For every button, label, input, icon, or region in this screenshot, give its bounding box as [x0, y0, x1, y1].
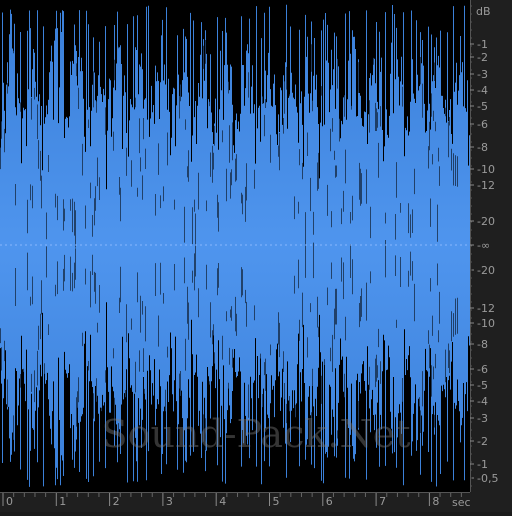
- db-tick-label: -12: [477, 179, 495, 192]
- db-tick-label: -4: [477, 395, 488, 408]
- db-tick-label: -5: [477, 379, 488, 392]
- time-tick-label: 3: [166, 495, 173, 508]
- db-tick-label: -20: [477, 264, 495, 277]
- time-ruler-svg: 0 1 2 3 4 5 6 7 8 sec: [0, 492, 471, 509]
- db-tick-label: -3: [477, 412, 488, 425]
- time-tick-label: 7: [379, 495, 386, 508]
- db-tick-label: -12: [477, 302, 495, 315]
- db-tick-label: -2: [477, 51, 488, 64]
- db-tick-label: -3: [477, 68, 488, 81]
- db-tick-label: -5: [477, 100, 488, 113]
- db-tick-label: -8: [477, 338, 488, 351]
- db-tick-label: -6: [477, 118, 488, 131]
- db-tick-label: -1: [477, 458, 488, 471]
- db-tick-label: -8: [477, 141, 488, 154]
- db-tick-label: -20: [477, 215, 495, 228]
- waveform-view[interactable]: [0, 0, 470, 492]
- time-tick-label: 6: [326, 495, 333, 508]
- db-tick-label: -∞: [477, 239, 490, 252]
- db-tick-label: -1: [477, 38, 488, 51]
- db-tick-label: -0,5: [477, 472, 498, 485]
- db-ruler-svg: dB -1-2-3-4-5-6-8-10-12-20-∞-20-12-10-8-…: [470, 0, 498, 492]
- db-tick-label: -10: [477, 163, 495, 176]
- time-tick-label: 1: [59, 495, 66, 508]
- db-ticks: -1-2-3-4-5-6-8-10-12-20-∞-20-12-10-8-6-5…: [470, 5, 498, 487]
- time-ruler: 0 1 2 3 4 5 6 7 8 sec: [0, 492, 512, 512]
- waveform-trace: [0, 4, 470, 487]
- waveform-samples: [0, 4, 470, 487]
- time-unit-label: sec: [452, 496, 471, 509]
- time-tick-label: 8: [432, 495, 439, 508]
- db-tick-label: -2: [477, 435, 488, 448]
- db-unit-label: dB: [476, 5, 491, 18]
- time-tick-label: 5: [273, 495, 280, 508]
- db-ruler: dB -1 -2 -3 -4 -5 -6 -8 -10 -12 -20 -∞ -20 -12 -10 -8-…: [470, 0, 512, 492]
- time-tick-label: 4: [219, 495, 226, 508]
- db-tick-label: -4: [477, 84, 488, 97]
- db-tick-label: -6: [477, 363, 488, 376]
- time-ticks: 0 1 2 3 4 5 6 7 8: [2, 493, 462, 508]
- waveform-svg[interactable]: [0, 0, 470, 492]
- db-tick-label: -10: [477, 317, 495, 330]
- time-tick-label: 2: [113, 495, 120, 508]
- time-tick-label: 0: [6, 495, 13, 508]
- audio-editor-window: dB -1 -2 -3 -4 -5 -6 -8 -10 -12 -20 -∞ -20 -12 -10 -8-…: [0, 0, 512, 512]
